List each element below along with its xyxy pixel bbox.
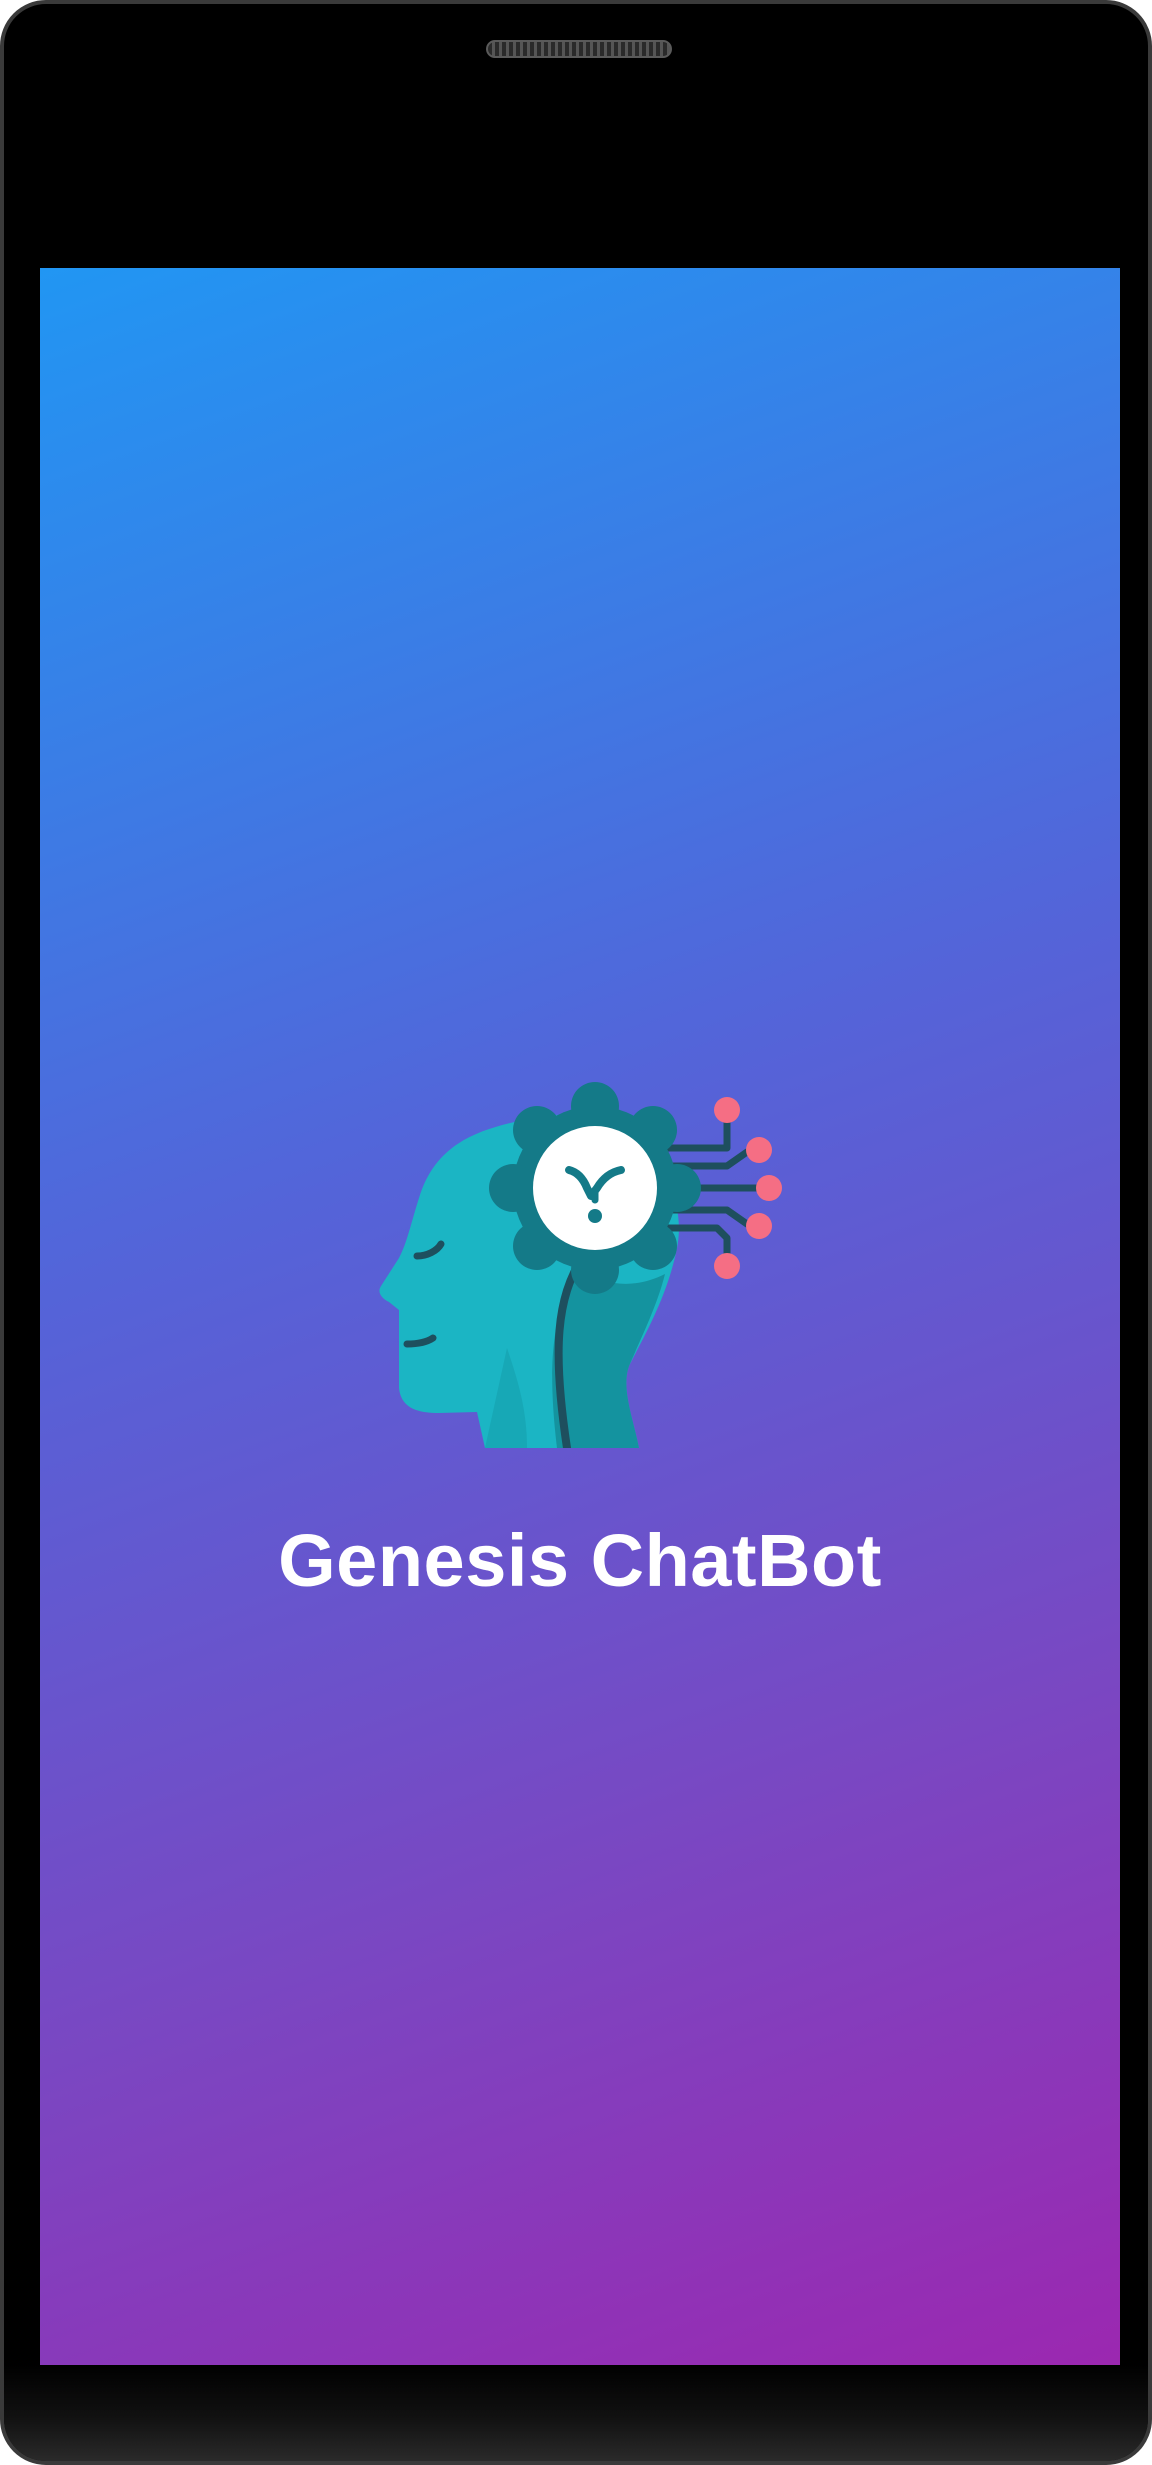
phone-frame: Genesis ChatBot [0,0,1152,2465]
app-title: Genesis ChatBot [278,1519,882,1602]
earpiece-speaker [486,40,672,58]
ai-head-gear-circuit-icon [379,1082,782,1448]
splash-screen: Genesis ChatBot [40,268,1120,2376]
bottom-bezel [4,2365,1148,2461]
